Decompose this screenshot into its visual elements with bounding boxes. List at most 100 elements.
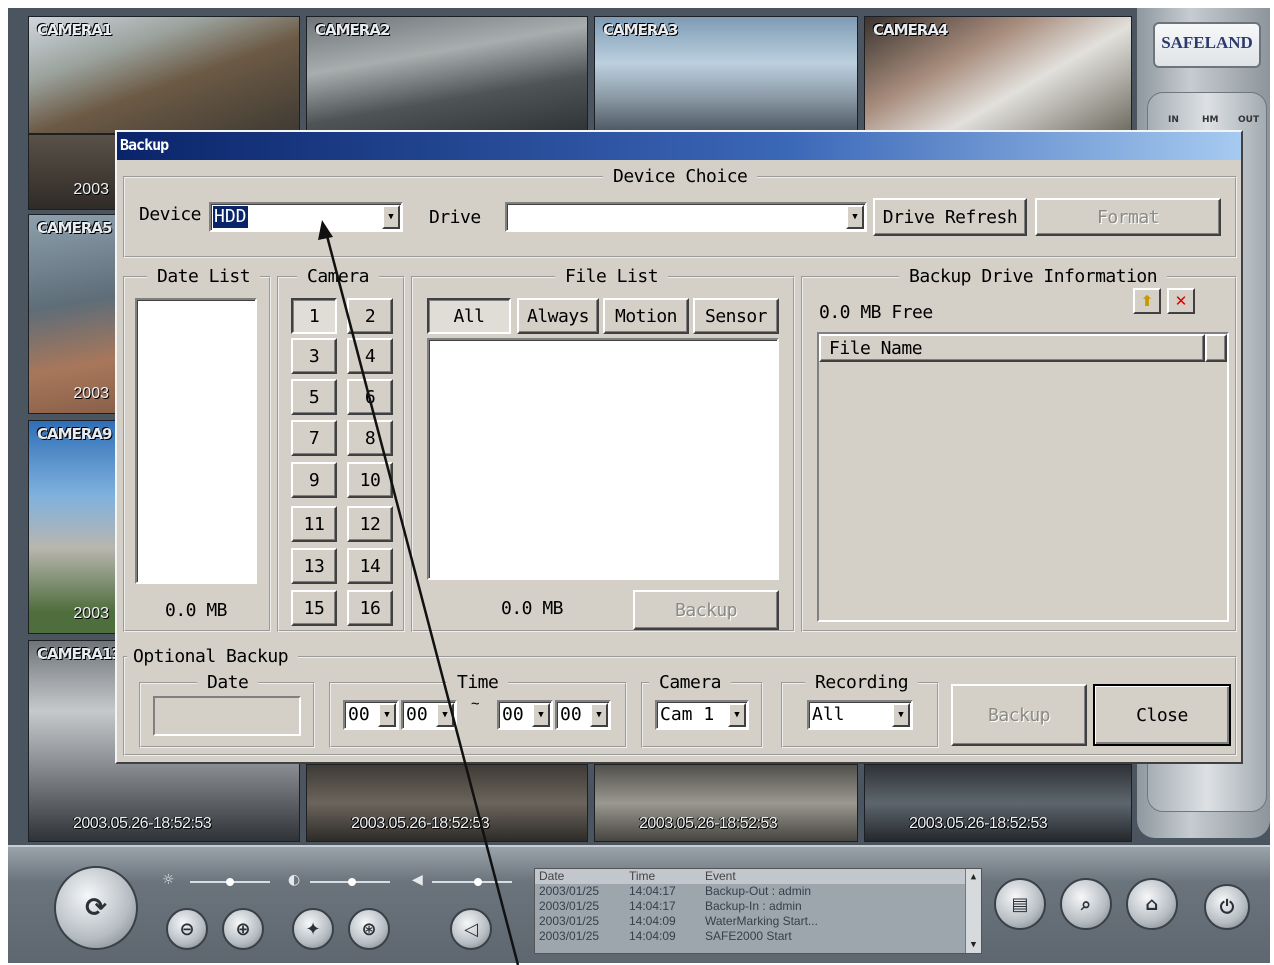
camera-view-1-lower[interactable]: 2003 (28, 134, 116, 210)
dropdown-arrow-icon[interactable]: ▼ (378, 703, 396, 727)
camera-button-7[interactable]: 7 (291, 420, 337, 456)
camera-view-9[interactable]: CAMERA9 2003 (28, 420, 116, 634)
safeland-logo: SAFELAND (1153, 22, 1261, 68)
camera-button-11[interactable]: 11 (291, 506, 337, 542)
camera-button-1[interactable]: 1 (291, 298, 337, 334)
camera-button-13[interactable]: 13 (291, 548, 337, 584)
camera-button-3[interactable]: 3 (291, 338, 337, 374)
drive-refresh-button[interactable]: Drive Refresh (873, 198, 1027, 236)
dropdown-arrow-icon[interactable]: ▼ (590, 703, 608, 727)
dropdown-arrow-icon[interactable]: ▼ (728, 703, 746, 727)
camera-view-14[interactable]: 2003.05.26-18:52:53 (306, 764, 588, 842)
dropdown-arrow-icon[interactable]: ▼ (382, 205, 400, 229)
backup-device-button[interactable]: ▤ (994, 878, 1046, 930)
column-header-filler (1205, 334, 1227, 362)
camera-view-15[interactable]: 2003.05.26-18:52:53 (594, 764, 858, 842)
ptz-joystick-button[interactable]: ⟳ (54, 866, 138, 950)
start-minute-select[interactable]: 00 ▼ (401, 700, 457, 730)
dialog-title: Backup (117, 132, 1241, 160)
focus-far-button[interactable]: ⊛ (348, 908, 390, 950)
camera-button-16[interactable]: 16 (347, 590, 393, 626)
audio-button[interactable]: ◁ (450, 908, 492, 950)
camera-timestamp: 2003 (73, 181, 109, 198)
file-list-box[interactable] (427, 338, 779, 580)
optional-date-field[interactable] (153, 696, 301, 736)
end-hour-select[interactable]: 00 ▼ (497, 700, 553, 730)
close-button[interactable]: Close (1093, 684, 1231, 746)
camera-button-10[interactable]: 10 (347, 462, 393, 498)
camera-button-14[interactable]: 14 (347, 548, 393, 584)
scroll-down-icon[interactable]: ▼ (966, 937, 981, 953)
format-button[interactable]: Format (1035, 198, 1221, 236)
optional-date-title: Date (197, 672, 259, 693)
optional-camera-select[interactable]: Cam 1 ▼ (655, 700, 749, 730)
event-log-row[interactable]: 2003/01/25 14:04:17 Backup-Out : admin (535, 884, 981, 899)
end-minute-select[interactable]: 00 ▼ (555, 700, 611, 730)
focus-near-button[interactable]: ✦ (292, 908, 334, 950)
event-log-row[interactable]: 2003/01/25 14:04:09 WaterMarking Start..… (535, 914, 981, 929)
camera-button-12[interactable]: 12 (347, 506, 393, 542)
backup-file-list[interactable]: File Name (817, 332, 1229, 622)
delete-icon[interactable]: ✕ (1167, 288, 1195, 314)
camera-button-2[interactable]: 2 (347, 298, 393, 334)
file-list-backup-button[interactable]: Backup (633, 590, 779, 630)
drive-select[interactable]: ▼ (505, 202, 867, 232)
filter-motion-button[interactable]: Motion (603, 298, 689, 334)
volume-slider[interactable] (432, 878, 512, 886)
lock-button[interactable]: ⌂ (1126, 878, 1178, 930)
backup-drive-title: Backup Drive Information (899, 266, 1168, 287)
event-date: 2003/01/25 (539, 899, 600, 913)
event-time: 14:04:09 (629, 914, 676, 928)
camera-view-1[interactable]: CAMERA1 (28, 16, 300, 134)
camera-view-5[interactable]: CAMERA5 2003 (28, 214, 116, 414)
camera-label: CAMERA13 (37, 645, 122, 663)
camera-view-3[interactable]: CAMERA3 (594, 16, 858, 134)
camera-button-4[interactable]: 4 (347, 338, 393, 374)
scroll-up-icon[interactable]: ▲ (966, 869, 981, 885)
brightness-icon: ☼ (162, 872, 175, 888)
date-list-title: Date List (147, 266, 261, 287)
folder-up-icon[interactable]: ⬆ (1133, 288, 1161, 314)
event-log-scrollbar[interactable]: ▲ ▼ (965, 869, 981, 953)
dropdown-arrow-icon[interactable]: ▼ (846, 205, 864, 229)
camera-button-9[interactable]: 9 (291, 462, 337, 498)
zoom-in-button[interactable]: ⊕ (222, 908, 264, 950)
camera-button-15[interactable]: 15 (291, 590, 337, 626)
camera-timestamp: 2003.05.26-18:52:53 (73, 815, 212, 832)
event-log-table[interactable]: Date Time Event 2003/01/25 14:04:17 Back… (534, 868, 982, 954)
optional-camera-title: Camera (649, 672, 732, 693)
filter-always-button[interactable]: Always (517, 298, 599, 334)
camera-timestamp: 2003.05.26-18:52:53 (909, 815, 1048, 832)
camera-view-4[interactable]: CAMERA4 (864, 16, 1132, 134)
camera-button-8[interactable]: 8 (347, 420, 393, 456)
dropdown-arrow-icon[interactable]: ▼ (892, 703, 910, 727)
event-log-row[interactable]: 2003/01/25 14:04:09 SAFE2000 Start (535, 929, 981, 944)
camera-label: CAMERA3 (603, 21, 678, 39)
device-select[interactable]: HDD ▼ (209, 202, 403, 232)
filter-sensor-button[interactable]: Sensor (693, 298, 779, 334)
start-hour-select[interactable]: 00 ▼ (343, 700, 399, 730)
event-date: 2003/01/25 (539, 914, 600, 928)
event-text: Backup-Out : admin (705, 884, 812, 898)
contrast-slider[interactable] (310, 878, 390, 886)
brightness-slider[interactable] (190, 878, 270, 886)
camera-label: CAMERA2 (315, 21, 390, 39)
file-list-size: 0.0 MB (501, 598, 564, 619)
power-button[interactable]: ⏻ (1204, 884, 1250, 930)
file-name-column-header[interactable]: File Name (819, 334, 1205, 362)
recording-select[interactable]: All ▼ (807, 700, 913, 730)
camera-button-6[interactable]: 6 (347, 379, 393, 415)
event-log-row[interactable]: 2003/01/25 14:04:17 Backup-In : admin (535, 899, 981, 914)
camera-view-16[interactable]: 2003.05.26-18:52:53 (864, 764, 1132, 842)
zoom-out-button[interactable]: ⊖ (166, 908, 208, 950)
camera-view-2[interactable]: CAMERA2 (306, 16, 588, 134)
filter-all-button[interactable]: All (427, 298, 511, 334)
end-hour-value: 00 (502, 704, 524, 725)
dropdown-arrow-icon[interactable]: ▼ (436, 703, 454, 727)
event-time: 14:04:17 (629, 899, 676, 913)
camera-button-5[interactable]: 5 (291, 379, 337, 415)
search-playback-button[interactable]: ⌕ (1060, 878, 1112, 930)
dropdown-arrow-icon[interactable]: ▼ (532, 703, 550, 727)
date-list-box[interactable] (135, 298, 257, 584)
optional-backup-button[interactable]: Backup (951, 684, 1087, 746)
